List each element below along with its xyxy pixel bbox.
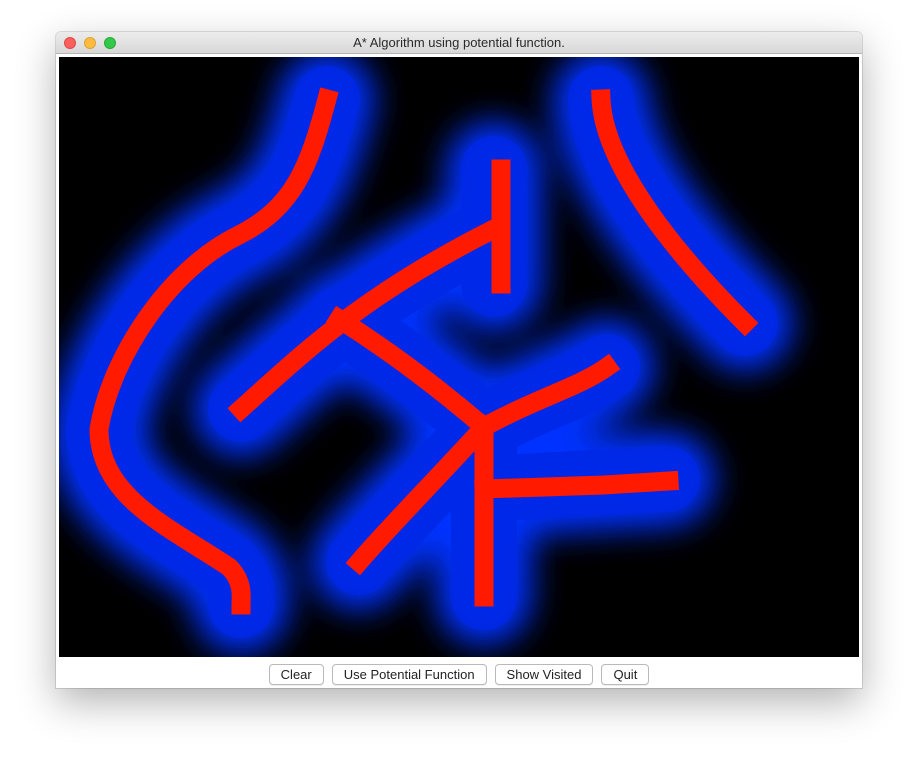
obstacle-stroke bbox=[474, 470, 680, 499]
window-title: A* Algorithm using potential function. bbox=[353, 35, 565, 50]
use-potential-function-button[interactable]: Use Potential Function bbox=[331, 663, 487, 685]
app-window: A* Algorithm using potential function. C… bbox=[56, 32, 862, 688]
quit-button[interactable]: Quit bbox=[601, 663, 650, 685]
title-bar[interactable]: A* Algorithm using potential function. bbox=[56, 32, 862, 54]
clear-button[interactable]: Clear bbox=[268, 663, 324, 685]
potential-field-plot[interactable] bbox=[59, 57, 859, 657]
drawing-canvas[interactable] bbox=[59, 57, 859, 657]
button-bar: Clear Use Potential Function Show Visite… bbox=[56, 660, 862, 688]
show-visited-button[interactable]: Show Visited bbox=[494, 663, 594, 685]
